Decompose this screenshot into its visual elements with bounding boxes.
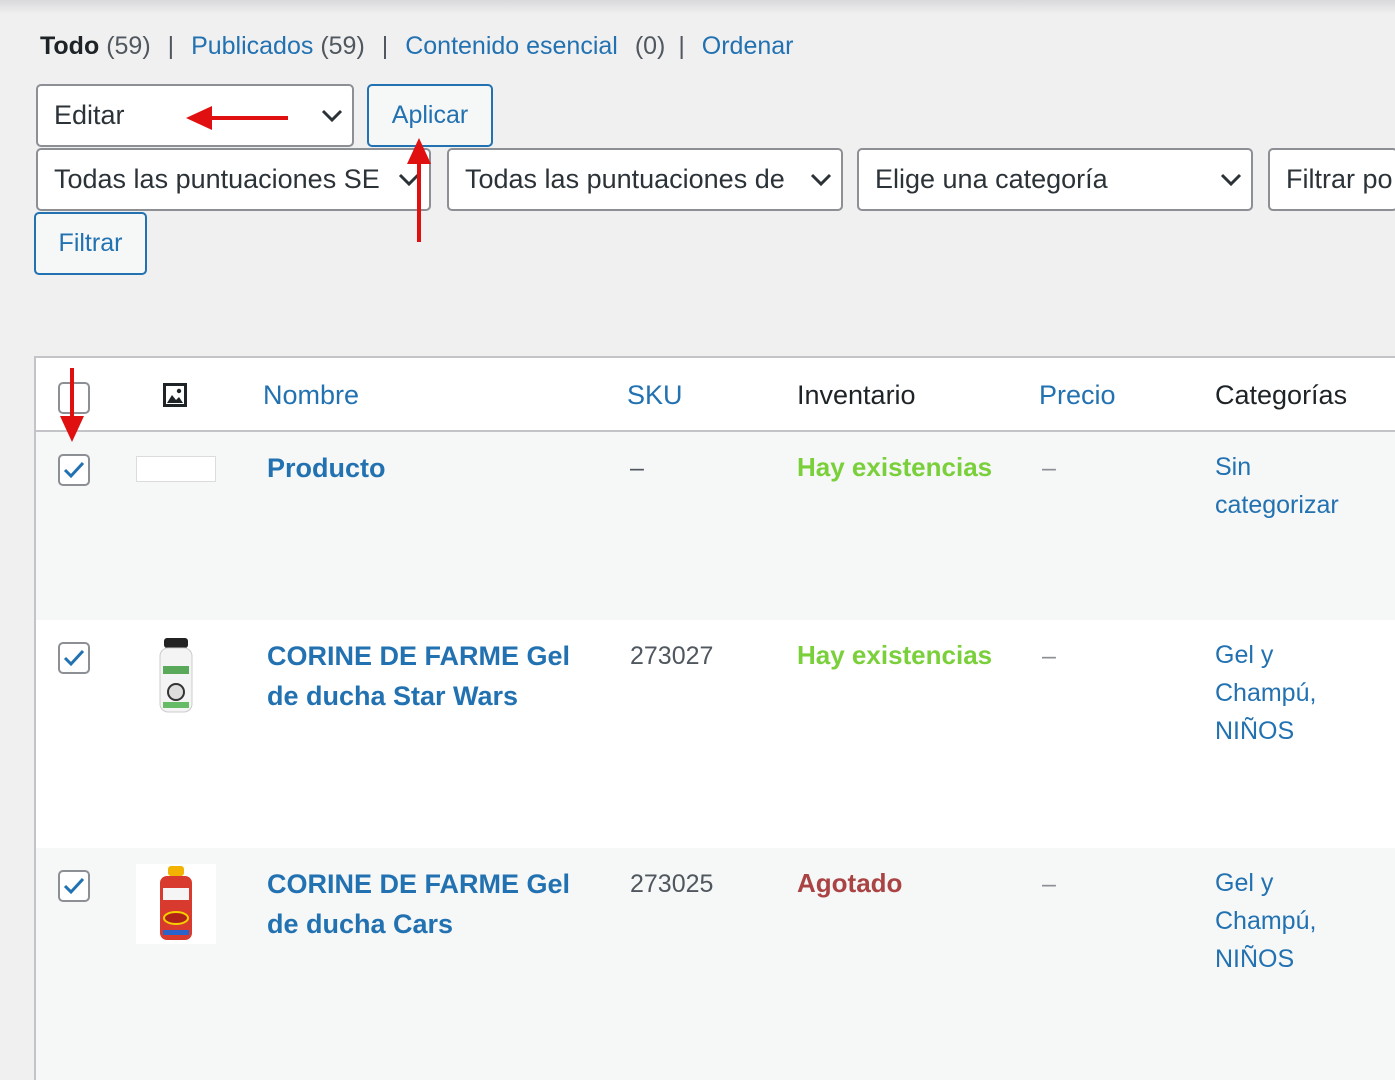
rating-filter-value: Todas las puntuaciones SE: [54, 164, 380, 194]
row-checkbox[interactable]: [58, 870, 90, 902]
product-price: –: [1042, 642, 1056, 670]
product-thumbnail[interactable]: [136, 864, 216, 944]
product-price: –: [1042, 454, 1056, 482]
stock-status: Hay existencias: [797, 640, 993, 670]
filter-published-link[interactable]: Publicados: [191, 32, 313, 60]
product-type-filter-value: Filtrar po: [1286, 164, 1393, 194]
category-link[interactable]: Champú,: [1215, 674, 1316, 712]
separator: |: [678, 32, 685, 60]
category-link[interactable]: NIÑOS: [1215, 940, 1316, 978]
table-header: Nombre SKU Inventario Precio Categorías: [36, 358, 1395, 432]
filter-all-link[interactable]: Todo: [40, 32, 99, 60]
category-link[interactable]: NIÑOS: [1215, 712, 1316, 750]
filter-essential-count: (0): [634, 32, 666, 60]
rating-filter-select[interactable]: Todas las puntuaciones SE: [36, 148, 431, 211]
filter-essential-link[interactable]: Contenido esencial: [405, 32, 618, 60]
category-link[interactable]: Gel y: [1215, 636, 1316, 674]
row-checkbox[interactable]: [58, 642, 90, 674]
category-filter-value: Elige una categoría: [875, 164, 1108, 194]
product-categories: Sin categorizar: [1215, 448, 1339, 524]
category-link[interactable]: Sin: [1215, 448, 1339, 486]
chevron-down-icon: [312, 86, 352, 145]
top-shadow: [0, 0, 1395, 14]
product-name-link[interactable]: CORINE DE FARME Gel de ducha Cars: [267, 864, 570, 944]
separator: |: [381, 32, 389, 60]
product-price: –: [1042, 870, 1056, 898]
column-stock: Inventario: [797, 380, 916, 410]
stock-status: Agotado: [797, 868, 903, 898]
product-sku: 273025: [630, 870, 714, 898]
product-categories: Gel y Champú, NIÑOS: [1215, 864, 1316, 978]
filter-all-count: (59): [106, 32, 151, 60]
stock-status: Hay existencias: [797, 452, 993, 482]
select-all-checkbox[interactable]: [58, 382, 90, 414]
filter-button[interactable]: Filtrar: [34, 212, 147, 275]
column-price[interactable]: Precio: [1039, 380, 1116, 411]
chevron-down-icon: [1211, 150, 1251, 209]
bulk-action-value: Editar: [54, 100, 125, 130]
checkmark-icon: [63, 877, 85, 895]
product-thumbnail[interactable]: [136, 636, 216, 716]
category-link[interactable]: Champú,: [1215, 902, 1316, 940]
status-filter-nav: Todo (59) | Publicados (59) | Contenido …: [40, 32, 794, 61]
table-row: Producto – Hay existencias – Sin categor…: [36, 432, 1395, 620]
checkmark-icon: [63, 649, 85, 667]
product-sku: 273027: [630, 642, 714, 670]
product-name-line: de ducha Star Wars: [267, 681, 519, 711]
product-name-line: CORINE DE FARME Gel: [267, 641, 571, 671]
product-name-link[interactable]: CORINE DE FARME Gel de ducha Star Wars: [267, 636, 570, 716]
separator: |: [167, 32, 175, 60]
rating-filter-select-2[interactable]: Todas las puntuaciones de: [447, 148, 843, 211]
column-sku[interactable]: SKU: [627, 380, 683, 411]
table-row: CORINE DE FARME Gel de ducha Cars 273025…: [36, 848, 1395, 1080]
checkmark-icon: [63, 461, 85, 479]
filter-published-count: (59): [320, 32, 365, 60]
column-categories: Categorías: [1215, 380, 1348, 410]
category-filter-select[interactable]: Elige una categoría: [857, 148, 1253, 211]
table-row: CORINE DE FARME Gel de ducha Star Wars 2…: [36, 620, 1395, 848]
product-thumbnail[interactable]: [136, 456, 216, 482]
products-table: Nombre SKU Inventario Precio Categorías …: [34, 356, 1395, 1080]
product-name-link[interactable]: Producto: [267, 448, 386, 488]
bulk-action-select[interactable]: Editar: [36, 84, 354, 147]
product-sku: –: [630, 454, 644, 482]
category-link[interactable]: Gel y: [1215, 864, 1316, 902]
chevron-down-icon: [389, 150, 429, 209]
category-link[interactable]: categorizar: [1215, 486, 1339, 524]
column-name[interactable]: Nombre: [263, 380, 359, 411]
apply-button[interactable]: Aplicar: [367, 84, 493, 147]
product-name-line: de ducha Cars: [267, 909, 454, 939]
chevron-down-icon: [801, 150, 841, 209]
product-categories: Gel y Champú, NIÑOS: [1215, 636, 1316, 750]
sort-link[interactable]: Ordenar: [702, 32, 794, 60]
image-icon: [162, 382, 188, 413]
rating-filter-value-2: Todas las puntuaciones de: [465, 164, 785, 194]
product-type-filter-select[interactable]: Filtrar po: [1268, 148, 1395, 211]
product-name-line: CORINE DE FARME Gel: [267, 869, 571, 899]
row-checkbox[interactable]: [58, 454, 90, 486]
